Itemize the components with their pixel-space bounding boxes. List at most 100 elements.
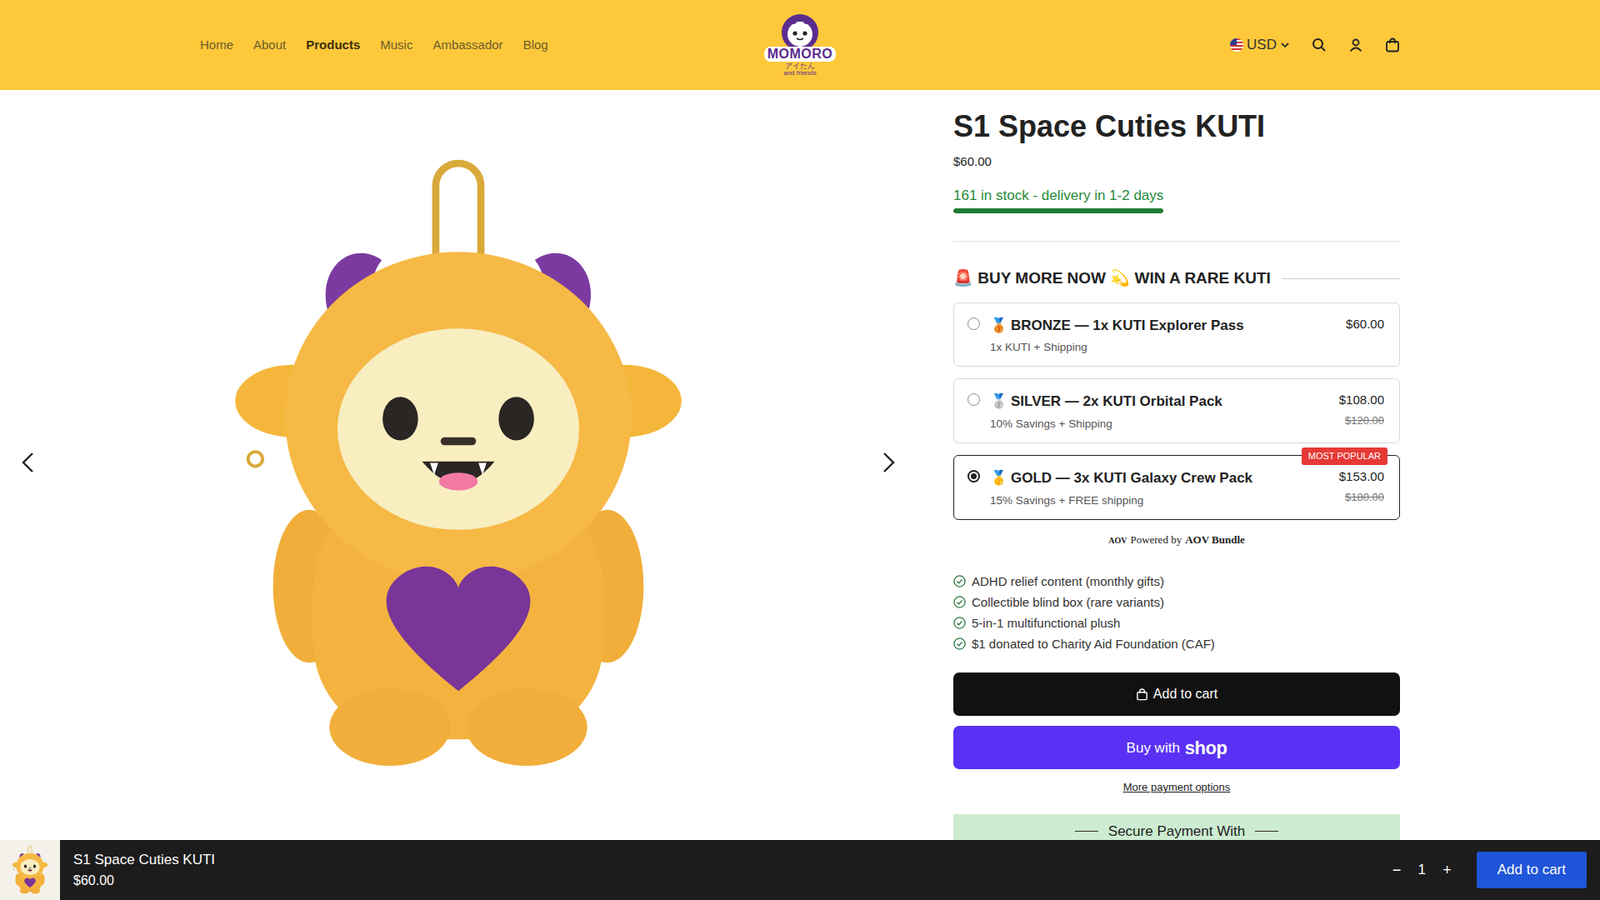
medal-icon: 🥈	[990, 390, 1008, 413]
plush-thumbnail	[10, 845, 50, 895]
previous-image-button[interactable]	[15, 446, 42, 485]
option-title-line: 🥈SILVER — 2x KUTI Orbital Pack	[990, 390, 1330, 413]
buy-with-shop-button[interactable]: Buy withshop	[953, 725, 1400, 770]
stock-bar	[953, 208, 1164, 214]
feature-item: $1 donated to Charity Aid Foundation (CA…	[953, 633, 1400, 655]
next-image-button[interactable]	[875, 446, 902, 485]
more-payment-options-link[interactable]: More payment options	[953, 779, 1400, 796]
product-title: S1 Space Cuties KUTI	[953, 108, 1400, 145]
option-subtitle: 15% Savings + FREE shipping	[990, 492, 1330, 510]
option-pricing: $108.00 $120.00	[1339, 390, 1385, 433]
add-to-cart-button[interactable]: Add to cart	[953, 672, 1400, 716]
logo-tagline: and friends	[783, 70, 817, 77]
nav-link[interactable]: Blog	[523, 32, 549, 59]
option-radio[interactable]	[967, 470, 980, 483]
site-header: Home About Products Music Ambassador Blog MOMO…	[0, 0, 1600, 90]
feature-text: ADHD relief content (monthly gifts)	[971, 572, 1165, 592]
account-icon[interactable]	[1348, 37, 1364, 53]
header-actions: USD	[1230, 34, 1400, 56]
stock-bar-fill	[953, 208, 1164, 214]
increase-quantity-button[interactable]: +	[1437, 857, 1457, 884]
quantity-value[interactable]: 1	[1412, 859, 1431, 881]
feature-list: ADHD relief content (monthly gifts)Colle…	[953, 570, 1400, 655]
option-radio[interactable]	[967, 317, 980, 330]
secure-payment-text: Secure Payment With	[1108, 820, 1245, 843]
stock-indicator: 161 in stock - delivery in 1-2 days	[953, 185, 1164, 215]
product-thumbnail	[0, 840, 60, 900]
option-text: 🥉BRONZE — 1x KUTI Explorer Pass 1x KUTI +…	[990, 315, 1336, 357]
option-title: GOLD — 3x KUTI Galaxy Crew Pack	[1010, 467, 1253, 490]
nav-link[interactable]: Home	[200, 32, 234, 59]
sticky-price: $60.00	[73, 870, 1388, 891]
chevron-left-icon	[20, 451, 37, 474]
sticky-title: S1 Space Cuties KUTI	[73, 849, 1388, 871]
sticky-add-to-cart-button[interactable]: Add to cart	[1476, 851, 1587, 889]
option-compare-price: $120.00	[1339, 412, 1385, 430]
option-pricing: $60.00	[1345, 315, 1385, 357]
check-circle-icon	[953, 637, 966, 650]
shop-logo: shop	[1185, 734, 1228, 762]
strip-rule	[1255, 830, 1279, 832]
bundle-option[interactable]: 🥉BRONZE — 1x KUTI Explorer Pass 1x KUTI +…	[953, 302, 1400, 368]
bundle-heading-text: 🚨 BUY MORE NOW 💫 WIN A RARE KUTI	[953, 266, 1271, 291]
medal-icon: 🥉	[990, 315, 1008, 337]
option-subtitle: 10% Savings + Shipping	[990, 415, 1330, 433]
cart-add-icon	[1135, 688, 1149, 701]
option-radio[interactable]	[967, 393, 980, 406]
check-circle-icon	[953, 616, 966, 630]
option-text: 🥇GOLD — 3x KUTI Galaxy Crew Pack 15% Savi…	[990, 467, 1330, 510]
aov-logo: AOV	[1108, 535, 1127, 545]
option-price: $60.00	[1345, 315, 1385, 335]
chevron-down-icon	[1280, 40, 1290, 50]
sticky-add-bar: S1 Space Cuties KUTI$60.00−1 + Add to cart	[0, 840, 1600, 900]
add-to-cart-label: Add to cart	[1153, 684, 1218, 705]
product-price: $60.00	[953, 152, 1400, 172]
feature-item: 5-in-1 multifunctional plush	[953, 612, 1400, 634]
chevron-right-icon	[880, 451, 897, 474]
main-nav: Home About Products Music Ambassador Blog	[200, 32, 765, 59]
product-section: S1 Space Cuties KUTI $60.00 161 in stock -…	[0, 90, 1600, 840]
option-title: SILVER — 2x KUTI Orbital Pack	[1010, 390, 1223, 413]
bundle-option[interactable]: 🥈SILVER — 2x KUTI Orbital Pack 10% Saving…	[953, 378, 1400, 444]
site-logo[interactable]: MOMOROアイたんand friends	[764, 13, 837, 77]
option-price: $153.00	[1339, 467, 1385, 487]
powered-text: Powered by	[1130, 533, 1182, 546]
bundle-option[interactable]: 🥇GOLD — 3x KUTI Galaxy Crew Pack 15% Savi…	[953, 455, 1400, 520]
option-text: 🥈SILVER — 2x KUTI Orbital Pack 10% Saving…	[990, 390, 1330, 433]
cart-bag-icon[interactable]	[1385, 37, 1400, 53]
plush-photo	[216, 159, 700, 772]
quantity-selector: −1 +	[1387, 857, 1457, 884]
option-title-line: 🥉BRONZE — 1x KUTI Explorer Pass	[990, 315, 1336, 337]
feature-text: Collectible blind box (rare variants)	[971, 593, 1165, 613]
buy-with-label: Buy with	[1126, 737, 1180, 760]
bundle-heading: 🚨 BUY MORE NOW 💫 WIN A RARE KUTI	[953, 266, 1400, 291]
logo-subtitle: アイたん	[785, 62, 815, 70]
stock-text: 161 in stock - delivery in 1-2 days	[953, 185, 1164, 207]
currency-selector[interactable]: USD	[1230, 34, 1290, 56]
medal-icon: 🥇	[990, 467, 1008, 490]
header-bar: Home About Products Music Ambassador Blog MOMO…	[200, 0, 1400, 90]
option-compare-price: $180.00	[1339, 489, 1385, 506]
sticky-product-info: S1 Space Cuties KUTI$60.00	[73, 849, 1388, 891]
nav-link[interactable]: Products	[305, 32, 360, 59]
option-title-line: 🥇GOLD — 3x KUTI Galaxy Crew Pack	[990, 467, 1330, 490]
nav-link[interactable]: Music	[380, 32, 413, 59]
feature-item: ADHD relief content (monthly gifts)	[953, 570, 1400, 592]
option-price: $108.00	[1339, 390, 1385, 410]
powered-brand: AOV Bundle	[1185, 533, 1245, 546]
nav-link[interactable]: Ambassador	[432, 32, 503, 59]
product-gallery	[0, 90, 917, 840]
option-subtitle: 1x KUTI + Shipping	[990, 339, 1336, 356]
us-flag-icon	[1230, 38, 1244, 52]
nav-link[interactable]: About	[253, 32, 286, 59]
decrease-quantity-button[interactable]: −	[1387, 857, 1407, 884]
check-circle-icon	[953, 575, 966, 588]
option-pricing: $153.00 $180.00	[1339, 467, 1385, 510]
option-title: BRONZE — 1x KUTI Explorer Pass	[1010, 315, 1245, 337]
feature-item: Collectible blind box (rare variants)	[953, 591, 1400, 613]
heading-rule	[1282, 278, 1400, 280]
check-circle-icon	[953, 595, 966, 609]
search-icon[interactable]	[1311, 37, 1327, 53]
feature-text: 5-in-1 multifunctional plush	[971, 614, 1120, 634]
logo-name: MOMORO	[764, 46, 837, 62]
